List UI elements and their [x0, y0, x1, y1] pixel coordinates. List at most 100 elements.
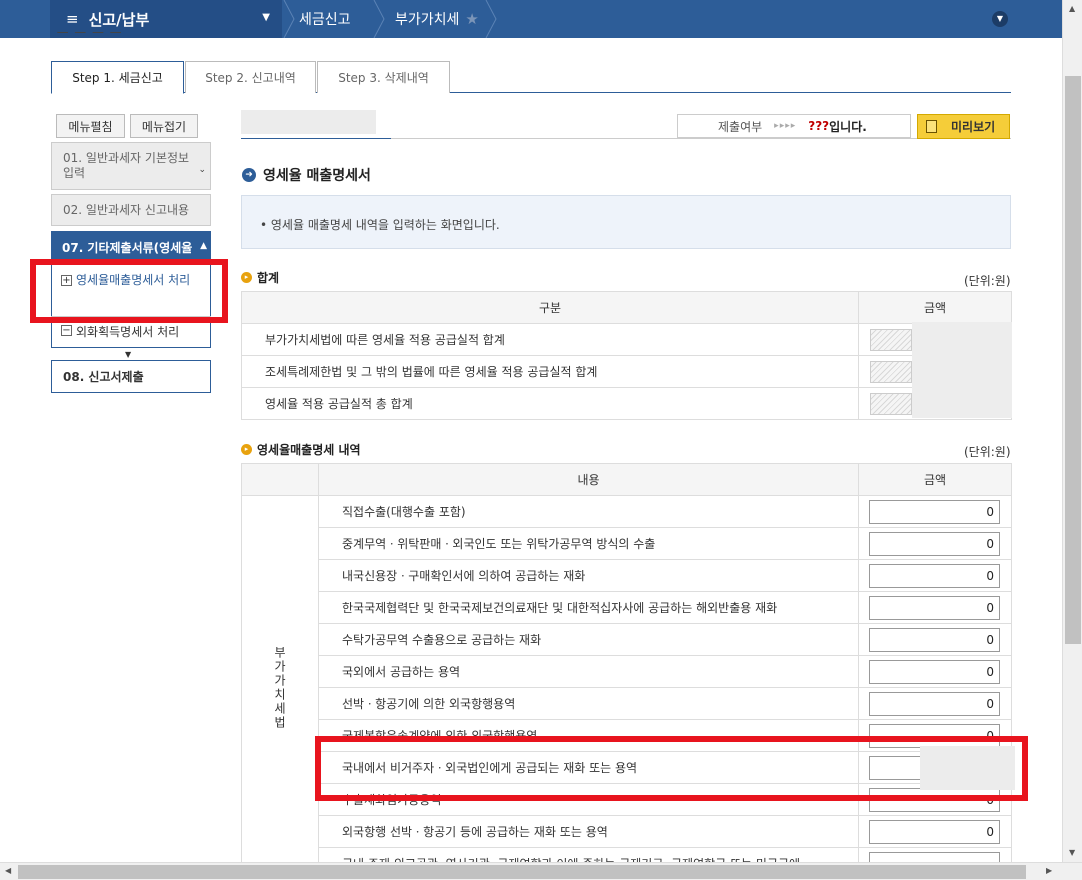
sidebar-item-label: 02. 일반과세자 신고내용	[63, 203, 190, 217]
submission-status-tail: 입니다.	[829, 119, 867, 134]
submission-status: 제출여부 ▸▸▸▸ ??? 입니다.	[677, 114, 911, 138]
sidebar-item-basic-info[interactable]: 01. 일반과세자 기본정보입력 ⌄	[51, 142, 211, 190]
tab-step2[interactable]: Step 2. 신고내역	[185, 61, 316, 93]
blurred-total-values	[912, 322, 1012, 418]
info-text: • 영세율 매출명세 내역을 입력하는 화면입니다.	[260, 218, 500, 232]
section-title-text: 영세율 매출명세서	[263, 168, 371, 184]
expand-circle-icon[interactable]: ▼	[992, 11, 1008, 27]
table-header: 내용 금액	[241, 463, 1012, 496]
chevron-down-icon: ⌄	[198, 165, 206, 175]
sidebar-item-report-content[interactable]: 02. 일반과세자 신고내용	[51, 194, 211, 226]
row-label: 조세특례제한법 및 그 밖의 법률에 따른 영세율 적용 공급실적 합계	[241, 355, 859, 388]
menu-collapse-button[interactable]: 메뉴접기	[130, 114, 198, 138]
readonly-amount	[870, 328, 912, 351]
table-row: 중계무역ㆍ위탁판매ㆍ외국인도 또는 위탁가공무역 방식의 수출	[242, 527, 1012, 560]
scroll-left-icon[interactable]: ◀	[5, 866, 11, 875]
col-header-amount: 금액	[858, 463, 1012, 496]
table-row: 수탁가공무역 수출용으로 공급하는 재화	[242, 623, 1012, 656]
amount-cell	[858, 687, 1012, 720]
tab-step3[interactable]: Step 3. 삭제내역	[317, 61, 450, 93]
amount-input[interactable]	[869, 531, 1000, 556]
scroll-thumb[interactable]	[18, 865, 1026, 879]
arrow-circle-icon: ➜	[242, 168, 256, 182]
row-label: 중계무역ㆍ위탁판매ㆍ외국인도 또는 위탁가공무역 방식의 수출	[318, 527, 859, 560]
scroll-up-icon[interactable]: ▲	[1069, 4, 1075, 13]
totals-title: ▸ 합계	[241, 269, 279, 286]
crumb-separator-icon	[484, 0, 498, 39]
bullet-icon: ▸	[241, 272, 252, 283]
row-label: 직접수출(대행수출 포함)	[318, 495, 859, 528]
breadcrumb-vat[interactable]: 부가가치세 ★	[395, 0, 479, 38]
preview-button[interactable]: 미리보기	[917, 114, 1010, 139]
sidebar-item-label: 07. 기타제출서류(영세율	[62, 240, 193, 255]
arrow-down-icon: ▼	[125, 350, 132, 359]
table-row: 내국신용장ㆍ구매확인서에 의하여 공급하는 재화	[242, 559, 1012, 592]
amount-cell	[858, 527, 1012, 560]
table-row: 부가가치세법에 따른 영세율 적용 공급실적 합계	[241, 323, 1012, 356]
table-row: 국외에서 공급하는 용역	[242, 655, 1012, 688]
highlight-box-sidebar	[30, 259, 228, 323]
highlight-box-row	[315, 736, 1028, 801]
section-title: ➜ 영세율 매출명세서	[242, 165, 371, 185]
scroll-right-icon[interactable]: ▶	[1046, 866, 1052, 875]
crumb-separator-icon	[372, 0, 386, 39]
amount-cell	[858, 815, 1012, 848]
col-header-group	[241, 463, 319, 496]
row-label: 수탁가공무역 수출용으로 공급하는 재화	[318, 623, 859, 656]
table-row: 영세율 적용 공급실적 총 합계	[241, 387, 1012, 420]
amount-cell	[858, 495, 1012, 528]
totals-table: 구분 금액 부가가치세법에 따른 영세율 적용 공급실적 합계 조세특례제한법 …	[241, 291, 1012, 420]
col-header-category: 구분	[241, 291, 859, 324]
table-header: 구분 금액	[241, 291, 1012, 324]
amount-input[interactable]	[869, 595, 1000, 620]
amount-cell	[858, 591, 1012, 624]
arrows-icon: ▸▸▸▸	[774, 121, 797, 131]
sidebar-sub-foreign-currency[interactable]: − 외화획득명세서 처리	[61, 323, 179, 340]
submission-label: 제출여부	[718, 119, 763, 134]
readonly-amount	[870, 360, 912, 383]
row-label: 영세율 적용 공급실적 총 합계	[241, 387, 859, 420]
menu-expand-button[interactable]: 메뉴펼침	[56, 114, 125, 138]
amount-input[interactable]	[869, 499, 1000, 524]
cutoff-page-title: ▬ ▬ ▬ ▬ ▬	[56, 32, 136, 40]
page: ≡ 신고/납부 ▼ 세금신고 부가가치세 ★ ▼ ▬ ▬ ▬ ▬ ▬ Step …	[0, 0, 1082, 880]
group-label: 부가가치세법	[241, 495, 319, 880]
col-header-amount: 금액	[858, 291, 1012, 324]
sidebar-item-submit[interactable]: 08. 신고서제출	[51, 360, 211, 393]
details-title: ▸ 영세율매출명세 내역	[241, 441, 361, 458]
table-row: 한국국제협력단 및 한국국제보건의료재단 및 대한적십자사에 공급하는 해외반출…	[242, 591, 1012, 624]
tab-step1[interactable]: Step 1. 세금신고	[51, 61, 184, 94]
amount-input[interactable]	[869, 659, 1000, 684]
scroll-down-icon[interactable]: ▼	[1069, 848, 1075, 857]
row-label: 선박ㆍ항공기에 의한 외국항행용역	[318, 687, 859, 720]
col-header-content: 내용	[318, 463, 859, 496]
details-table: 내용 금액 부가가치세법직접수출(대행수출 포함)중계무역ㆍ위탁판매ㆍ외국인도 …	[241, 463, 1012, 880]
info-box: • 영세율 매출명세 내역을 입력하는 화면입니다.	[241, 195, 1011, 249]
details-title-text: 영세율매출명세 내역	[257, 443, 361, 457]
readonly-amount	[870, 392, 912, 415]
top-bar: ≡ 신고/납부 ▼ 세금신고 부가가치세 ★ ▼	[0, 0, 1062, 39]
amount-cell	[858, 559, 1012, 592]
breadcrumb-tax-filing[interactable]: 세금신고	[299, 0, 351, 38]
sidebar-sub-label: 외화획득명세서 처리	[76, 325, 180, 339]
favorite-star-icon[interactable]: ★	[465, 10, 478, 28]
header-divider-accent	[241, 138, 391, 139]
row-label: 한국국제협력단 및 한국국제보건의료재단 및 대한적십자사에 공급하는 해외반출…	[318, 591, 859, 624]
bullet-icon: ▸	[241, 444, 252, 455]
horizontal-scrollbar[interactable]: ◀ ▶	[0, 862, 1082, 880]
amount-input[interactable]	[869, 819, 1000, 844]
amount-cell	[858, 655, 1012, 688]
row-label: 부가가치세법에 따른 영세율 적용 공급실적 합계	[241, 323, 859, 356]
row-label: 외국항행 선박ㆍ항공기 등에 공급하는 재화 또는 용역	[318, 815, 859, 848]
amount-input[interactable]	[869, 627, 1000, 652]
amount-input[interactable]	[869, 691, 1000, 716]
table-row: 부가가치세법 직접수출(대행수출 포함)	[241, 495, 1012, 880]
chevron-up-icon: ▲	[198, 241, 207, 251]
sidebar-item-label: 01. 일반과세자 기본정보입력	[63, 151, 190, 180]
amount-cell	[858, 623, 1012, 656]
scroll-thumb[interactable]	[1065, 76, 1081, 644]
amount-input[interactable]	[869, 563, 1000, 588]
menu-title: 신고/납부	[88, 10, 150, 29]
vertical-scrollbar[interactable]: ▲ ▼	[1062, 0, 1082, 862]
table-row: 외국항행 선박ㆍ항공기 등에 공급하는 재화 또는 용역	[242, 815, 1012, 848]
